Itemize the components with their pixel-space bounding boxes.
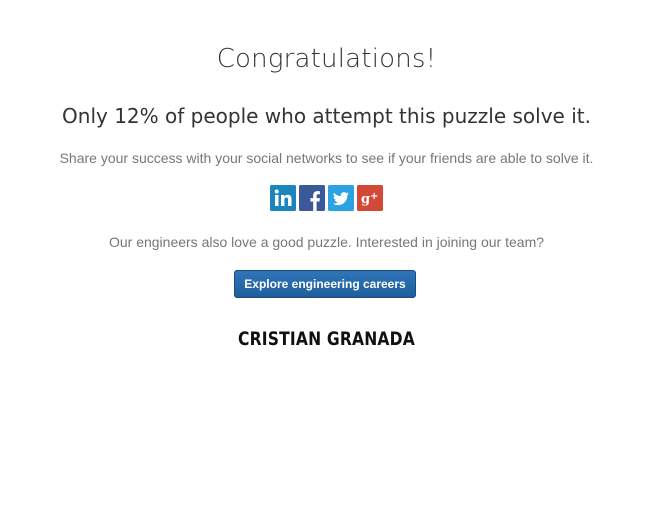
puzzle-success-page: Congratulations! Only 12% of people who …	[0, 0, 653, 507]
social-share-buttons: g +	[0, 185, 653, 211]
linkedin-share-button[interactable]	[270, 185, 296, 211]
linkedin-icon	[270, 185, 296, 211]
google-plus-icon: g +	[357, 185, 383, 211]
share-prompt: Share your success with your social netw…	[59, 150, 594, 166]
author-signature: CRISTIAN GRANADA	[238, 328, 415, 350]
careers-prompt: Our engineers also love a good puzzle. I…	[108, 234, 545, 250]
twitter-icon	[328, 185, 354, 211]
facebook-icon	[299, 185, 325, 211]
explore-careers-button[interactable]: Explore engineering careers	[234, 270, 416, 298]
solve-rate-text: Only 12% of people who attempt this puzz…	[62, 104, 591, 128]
twitter-share-button[interactable]	[328, 185, 354, 211]
google-plus-share-button[interactable]: g +	[357, 185, 383, 211]
page-title: Congratulations!	[216, 44, 437, 74]
svg-text:g: g	[361, 192, 370, 207]
svg-text:+: +	[370, 191, 378, 202]
facebook-share-button[interactable]	[299, 185, 325, 211]
